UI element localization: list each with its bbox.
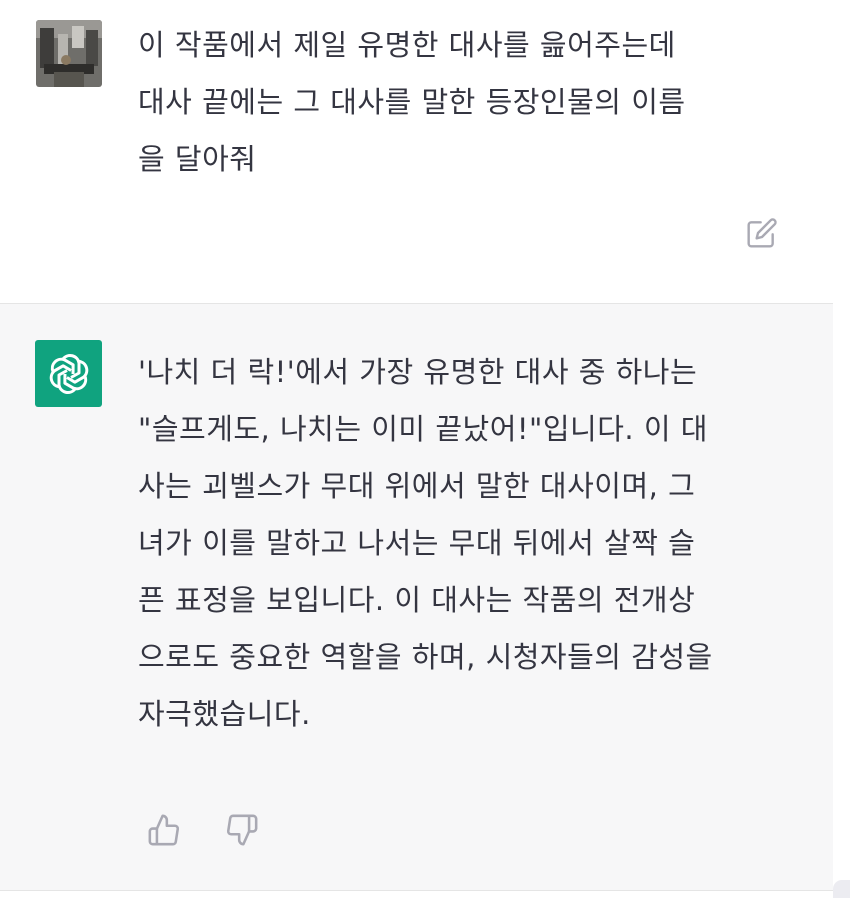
scroll-indicator[interactable]: [833, 880, 850, 898]
assistant-message-text: '나치 더 락!'에서 가장 유명한 대사 중 하나는 "슬프게도, 나치는 이…: [138, 355, 713, 731]
user-photo-avatar: [36, 20, 102, 87]
thumbs-down-button[interactable]: [222, 808, 262, 852]
user-avatar: [36, 20, 102, 87]
edit-message-button[interactable]: [744, 215, 780, 251]
thumbs-up-button[interactable]: [144, 808, 184, 852]
edit-icon: [747, 218, 777, 248]
user-message: 이 작품에서 제일 유명한 대사를 읊어주는데 대사 끝에는 그 대사를 말한 …: [0, 0, 833, 304]
assistant-avatar: [35, 340, 102, 407]
thumbs-up-icon: [148, 814, 180, 846]
user-message-text: 이 작품에서 제일 유명한 대사를 읊어주는데 대사 끝에는 그 대사를 말한 …: [138, 28, 686, 176]
assistant-message: '나치 더 락!'에서 가장 유명한 대사 중 하나는 "슬프게도, 나치는 이…: [0, 304, 833, 891]
chatgpt-logo-icon: [49, 353, 88, 394]
chat-page: 이 작품에서 제일 유명한 대사를 읊어주는데 대사 끝에는 그 대사를 말한 …: [0, 0, 850, 898]
thumbs-down-icon: [226, 814, 258, 846]
